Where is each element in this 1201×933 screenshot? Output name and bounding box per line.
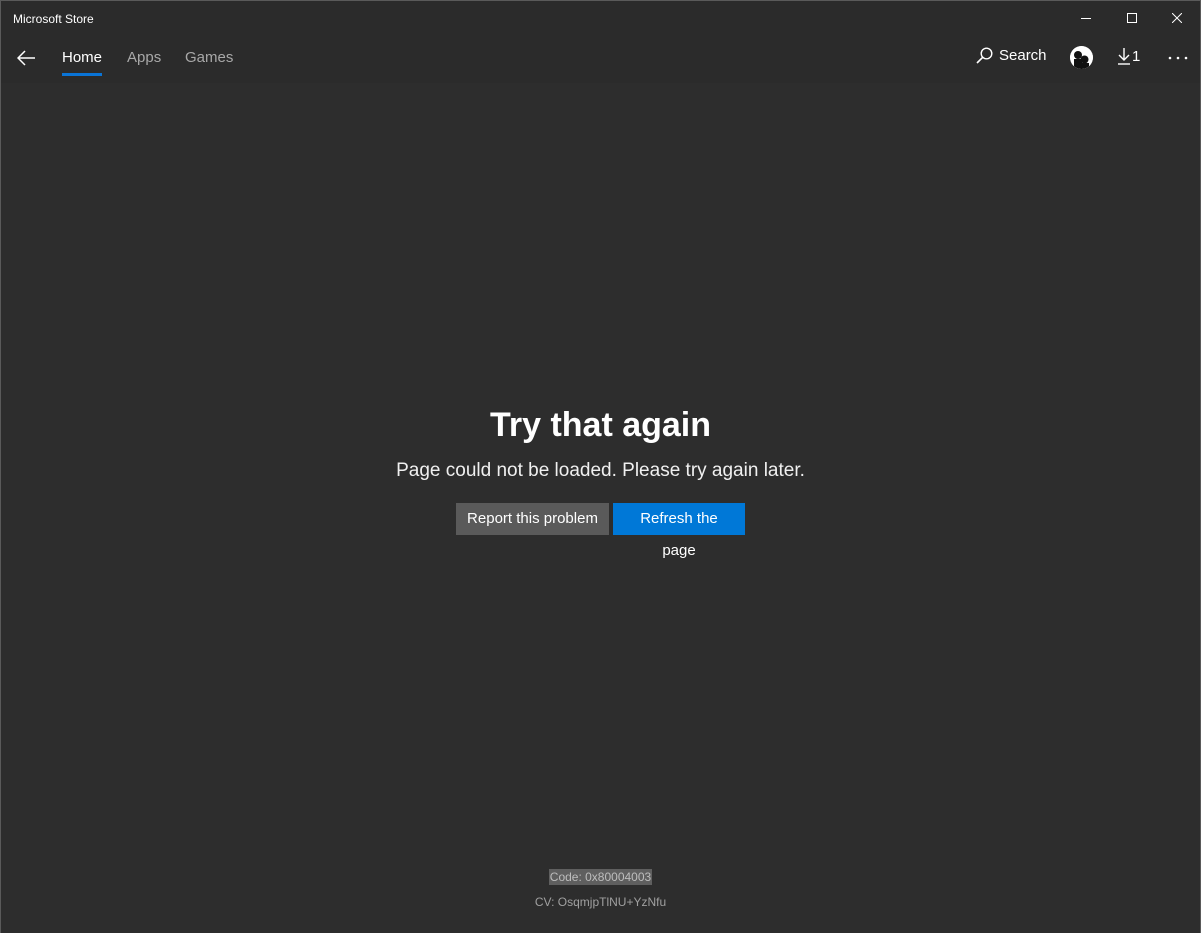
report-problem-button[interactable]: Report this problem <box>456 503 609 535</box>
navigation-bar: Home Apps Games Search 1 <box>1 37 1200 83</box>
maximize-button[interactable] <box>1109 1 1155 35</box>
downloads-button[interactable]: 1 <box>1118 47 1140 65</box>
ellipsis-icon <box>1168 56 1188 60</box>
more-options-button[interactable] <box>1165 45 1191 71</box>
search-button[interactable]: Search <box>976 47 1047 64</box>
account-avatar[interactable] <box>1070 46 1093 69</box>
search-icon <box>976 47 993 64</box>
minimize-icon <box>1081 18 1091 19</box>
avatar-icon <box>1070 46 1093 69</box>
minimize-button[interactable] <box>1063 1 1109 35</box>
app-window: Microsoft Store Home Apps Games Search 1… <box>0 0 1201 933</box>
maximize-icon <box>1127 13 1137 23</box>
close-button[interactable] <box>1154 1 1200 35</box>
title-bar: Microsoft Store <box>1 1 1200 37</box>
tab-home[interactable]: Home <box>62 49 103 76</box>
correlation-vector: CV: OsqmjpTlNU+YzNfu <box>534 895 667 909</box>
close-icon <box>1172 13 1182 23</box>
tab-apps[interactable]: Apps <box>127 49 161 66</box>
tab-games[interactable]: Games <box>185 49 233 66</box>
back-button[interactable] <box>11 43 41 73</box>
arrow-left-icon <box>17 50 35 66</box>
error-code: Code: 0x80004003 <box>548 869 653 885</box>
error-actions: Report this problem Refresh the page <box>1 503 1200 559</box>
app-title: Microsoft Store <box>13 12 94 26</box>
search-label: Search <box>999 47 1047 64</box>
error-message: Page could not be loaded. Please try aga… <box>396 460 805 481</box>
download-icon <box>1118 48 1130 65</box>
error-code-container: Code: 0x80004003 <box>1 868 1200 886</box>
downloads-count: 1 <box>1132 47 1141 65</box>
refresh-page-button[interactable]: Refresh the page <box>613 503 745 559</box>
error-heading: Try that again <box>489 406 712 444</box>
